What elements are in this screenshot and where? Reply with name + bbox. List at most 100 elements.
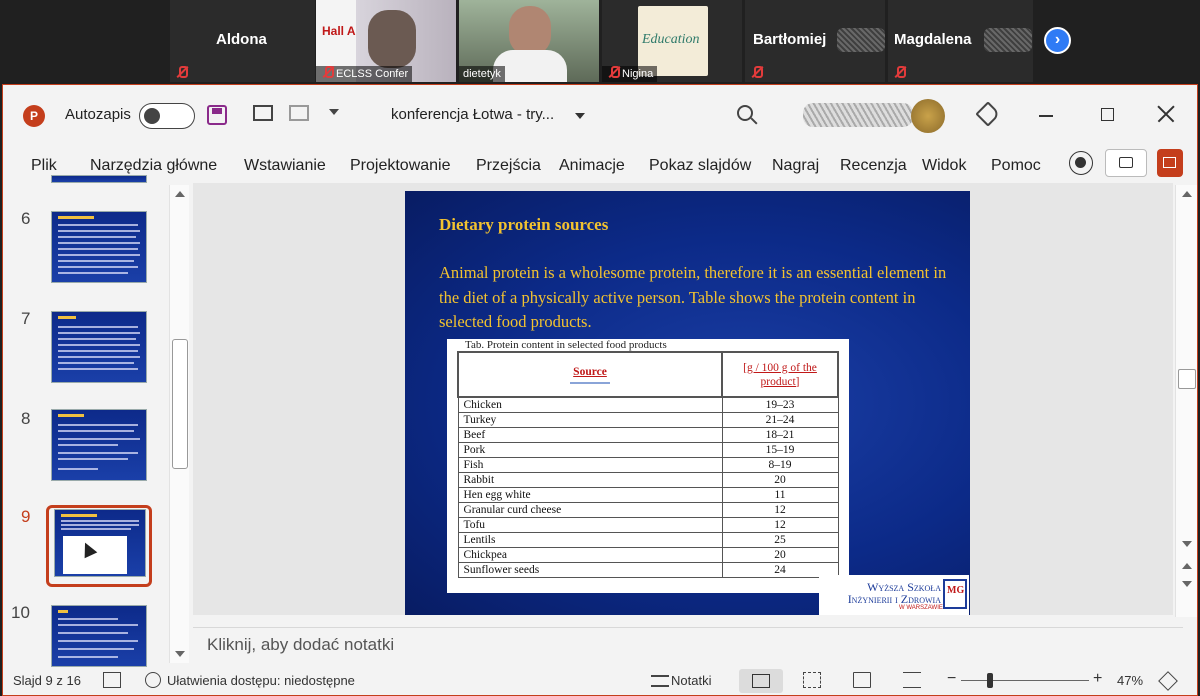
table-row: Fish 8–19 xyxy=(457,456,839,473)
protein-table-image[interactable]: Tab. Protein content in selected food pr… xyxy=(447,339,849,593)
participant-name: Aldona xyxy=(216,31,267,48)
share-icon xyxy=(1163,157,1176,168)
customize-toolbar-icon[interactable] xyxy=(329,109,339,115)
slide-thumbnail-10[interactable] xyxy=(51,605,147,667)
slide-counter[interactable]: Slajd 9 z 16 xyxy=(13,673,81,688)
designer-pen-icon[interactable] xyxy=(975,101,1001,127)
university-logo: Wyższa Szkoła Inżynierii i Zdrowia W WARS… xyxy=(819,575,969,615)
record-icon[interactable] xyxy=(1069,151,1093,175)
normal-view-button[interactable] xyxy=(739,669,783,693)
previous-slide-icon[interactable] xyxy=(1182,563,1192,569)
slide-body-text[interactable]: Animal protein is a wholesome protein, t… xyxy=(439,261,959,335)
participant-tile-eclss[interactable]: Hall A ECLSS Confer xyxy=(316,0,456,82)
zoom-slider-thumb[interactable] xyxy=(987,673,993,688)
table-row: Lentils 25 xyxy=(457,531,839,548)
thumbnail-number: 8 xyxy=(21,409,31,428)
powerpoint-logo-icon: P xyxy=(23,105,45,127)
start-inking-icon[interactable] xyxy=(289,105,309,121)
spell-check-icon[interactable] xyxy=(103,672,121,688)
slide-scrollbar[interactable] xyxy=(1175,185,1197,617)
participant-name: Bartłomiej xyxy=(753,31,827,48)
search-icon[interactable] xyxy=(737,105,758,125)
thumbnail-number: 7 xyxy=(21,309,31,328)
tab-view[interactable]: Widok xyxy=(922,157,966,175)
fit-to-window-icon[interactable] xyxy=(1158,671,1178,691)
document-title[interactable]: konferencja Łotwa - try... xyxy=(391,106,554,123)
tab-review[interactable]: Recenzja xyxy=(840,157,907,175)
table-row: Granular curd cheese 12 xyxy=(457,501,839,518)
slide-thumbnail-7[interactable] xyxy=(51,311,147,383)
participant-tile-aldona[interactable]: Aldona xyxy=(170,0,315,82)
slide-sorter-icon[interactable] xyxy=(803,672,821,688)
notes-placeholder[interactable]: Kliknij, aby dodać notatki xyxy=(207,635,394,655)
next-participants-icon[interactable]: › xyxy=(1044,27,1071,54)
notes-pane[interactable]: Kliknij, aby dodać notatki xyxy=(193,627,1183,663)
notes-button[interactable]: Notatki xyxy=(671,673,711,688)
autosave-toggle[interactable] xyxy=(139,103,195,129)
avatar[interactable] xyxy=(911,99,945,133)
scroll-down-icon[interactable] xyxy=(175,651,185,657)
tab-slideshow[interactable]: Pokaz slajdów xyxy=(649,157,751,175)
participant-tile-nigina[interactable]: Education Nigina xyxy=(602,0,742,82)
tab-insert[interactable]: Wstawianie xyxy=(244,157,326,175)
tab-design[interactable]: Projektowanie xyxy=(350,157,451,175)
slideshow-icon[interactable] xyxy=(903,672,921,688)
meeting-strip: Aldona Hall A ECLSS Confer dietetyk Educ… xyxy=(0,0,1200,82)
zoom-out-icon[interactable]: − xyxy=(947,670,956,688)
comment-icon xyxy=(1119,157,1133,168)
comments-button[interactable] xyxy=(1105,149,1147,177)
scroll-down-icon[interactable] xyxy=(1182,541,1192,547)
slide-thumbnail-6[interactable] xyxy=(51,211,147,283)
scroll-thumb[interactable] xyxy=(172,339,188,469)
participant-tile-bartlomiej[interactable]: Bartłomiej xyxy=(745,0,885,82)
table-row: Turkey 21–24 xyxy=(457,411,839,428)
zoom-in-icon[interactable]: + xyxy=(1093,670,1102,688)
share-button[interactable] xyxy=(1157,149,1183,177)
tab-animations[interactable]: Animacje xyxy=(559,157,625,175)
slide-title[interactable]: Dietary protein sources xyxy=(439,215,608,235)
save-icon[interactable] xyxy=(207,105,227,125)
mic-muted-icon xyxy=(751,66,763,78)
reading-view-icon[interactable] xyxy=(853,672,871,688)
accessibility-status[interactable]: Ułatwienia dostępu: niedostępne xyxy=(167,673,355,688)
status-bar: Slajd 9 z 16 Ułatwienia dostępu: niedost… xyxy=(3,667,1197,695)
chevron-down-icon[interactable] xyxy=(575,113,585,119)
tab-file[interactable]: Plik xyxy=(31,157,57,175)
blurred-name xyxy=(837,28,885,52)
thumbnail-scrollbar[interactable] xyxy=(169,185,189,663)
tab-transitions[interactable]: Przejścia xyxy=(476,157,541,175)
scroll-up-icon[interactable] xyxy=(1182,191,1192,197)
close-icon[interactable] xyxy=(1157,105,1175,123)
participant-tile-dietetyk[interactable]: dietetyk xyxy=(459,0,599,82)
blurred-name xyxy=(984,28,1032,52)
table-header-unit: [g / 100 g of the product] xyxy=(721,351,839,398)
slide-thumbnail-8[interactable] xyxy=(51,409,147,481)
slide-thumbnail[interactable] xyxy=(51,175,147,183)
slide-thumbnails-pane: 6 7 8 9 10 xyxy=(3,175,193,667)
table-row: Tofu 12 xyxy=(457,516,839,533)
tab-help[interactable]: Pomoc xyxy=(991,157,1041,175)
table-row: Sunflower seeds 24 xyxy=(457,561,839,578)
blurred-account-name xyxy=(803,103,913,127)
tab-record[interactable]: Nagraj xyxy=(772,157,819,175)
notes-icon[interactable] xyxy=(651,675,669,687)
zoom-slider[interactable] xyxy=(961,680,1089,681)
current-slide[interactable]: Dietary protein sources Animal protein i… xyxy=(405,191,970,615)
minimize-icon[interactable] xyxy=(1039,115,1053,117)
person-silhouette xyxy=(368,10,416,68)
accessibility-icon[interactable] xyxy=(145,672,161,688)
selected-slide-outline xyxy=(46,505,152,587)
slide-editor[interactable]: Dietary protein sources Animal protein i… xyxy=(193,183,1173,615)
present-from-start-icon[interactable] xyxy=(253,105,273,121)
tab-home[interactable]: Narzędzia główne xyxy=(90,157,217,175)
table-caption: Tab. Protein content in selected food pr… xyxy=(465,339,667,351)
scroll-up-icon[interactable] xyxy=(175,191,185,197)
zoom-level[interactable]: 47% xyxy=(1117,673,1143,688)
person-silhouette xyxy=(509,6,551,56)
poster-text: Hall A xyxy=(322,24,356,38)
next-slide-icon[interactable] xyxy=(1182,581,1192,587)
maximize-icon[interactable] xyxy=(1101,108,1114,121)
table-row: Chickpea 20 xyxy=(457,546,839,563)
participant-tile-magdalena[interactable]: Magdalena xyxy=(888,0,1033,82)
scroll-thumb[interactable] xyxy=(1178,369,1196,389)
